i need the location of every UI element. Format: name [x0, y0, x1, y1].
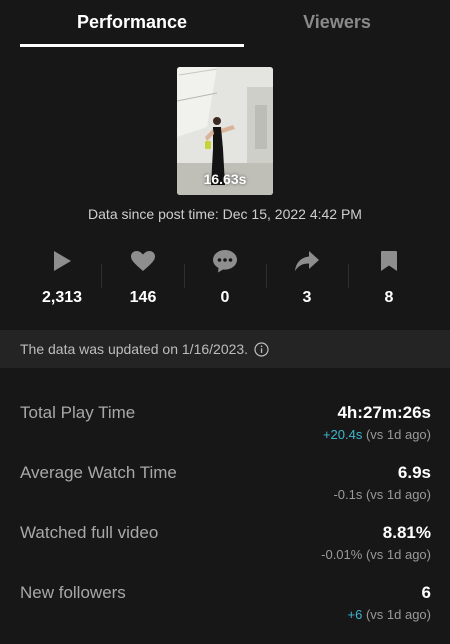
metric-label: New followers — [20, 583, 126, 602]
metric-change-value: -0.01% — [321, 547, 363, 562]
metric-label: Total Play Time — [20, 403, 136, 422]
metric-watched-full-video: Watched full video 8.81% -0.01% (vs 1d a… — [20, 523, 431, 573]
data-updated-notice: The data was updated on 1/16/2023. — [0, 330, 450, 368]
info-icon[interactable] — [254, 341, 269, 357]
tab-bar: Performance Viewers — [0, 0, 450, 48]
stat-shares-value: 3 — [302, 289, 312, 306]
stat-shares: 3 — [266, 247, 348, 307]
metric-change-value: -0.1s — [333, 487, 363, 502]
tab-performance[interactable]: Performance — [20, 12, 244, 33]
stat-plays: 2,313 — [21, 247, 103, 307]
heart-icon — [131, 251, 155, 271]
metric-change-suffix: (vs 1d ago) — [362, 607, 431, 622]
metric-change-suffix: (vs 1d ago) — [362, 487, 431, 502]
metric-change-value: +20.4s — [322, 427, 363, 442]
stat-comments: 0 — [184, 247, 266, 307]
share-icon — [295, 251, 319, 271]
metric-change: +20.4s (vs 1d ago) — [323, 427, 431, 442]
tab-viewers[interactable]: Viewers — [244, 12, 430, 33]
video-duration: 16.63s — [203, 171, 247, 187]
metric-label: Watched full video — [20, 523, 159, 542]
stat-likes-value: 146 — [129, 289, 157, 306]
metric-change-suffix: (vs 1d ago) — [362, 547, 431, 562]
metric-value: 4h:27m:26s — [337, 403, 431, 422]
stat-saves: 8 — [348, 247, 430, 307]
metric-change: +6 (vs 1d ago) — [348, 607, 431, 622]
data-since-text: Data since post time: Dec 15, 2022 4:42 … — [88, 206, 362, 222]
metric-value: 6.9s — [397, 463, 431, 482]
metric-total-play-time: Total Play Time 4h:27m:26s +20.4s (vs 1d… — [20, 403, 431, 453]
play-icon — [54, 251, 71, 271]
video-thumbnail[interactable]: 16.63s — [177, 67, 273, 195]
metric-change-suffix: (vs 1d ago) — [362, 427, 431, 442]
notice-text: The data was updated on 1/16/2023. — [20, 341, 249, 357]
metric-label: Average Watch Time — [20, 463, 177, 482]
stat-likes: 146 — [102, 247, 184, 307]
bookmark-icon — [381, 251, 397, 271]
metric-change: -0.01% (vs 1d ago) — [321, 547, 431, 562]
metric-average-watch-time: Average Watch Time 6.9s -0.1s (vs 1d ago… — [20, 463, 431, 513]
active-tab-indicator — [20, 44, 244, 47]
metric-change: -0.1s (vs 1d ago) — [333, 487, 431, 502]
stat-comments-value: 0 — [220, 289, 230, 306]
stat-plays-value: 2,313 — [41, 289, 83, 306]
comment-icon — [213, 250, 237, 273]
stat-saves-value: 8 — [384, 289, 394, 306]
metric-value: 6 — [421, 583, 431, 602]
metric-value: 8.81% — [382, 523, 431, 542]
metric-change-value: +6 — [347, 607, 363, 622]
metric-new-followers: New followers 6 +6 (vs 1d ago) — [20, 583, 431, 633]
